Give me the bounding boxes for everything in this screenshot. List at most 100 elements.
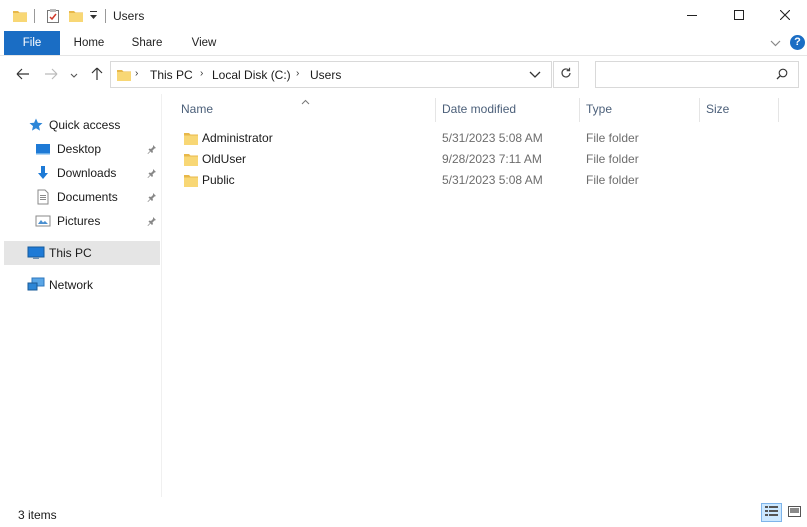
arrow-up-icon xyxy=(91,67,103,84)
toolbar-separator xyxy=(105,9,106,23)
search-input[interactable] xyxy=(600,66,774,85)
star-icon xyxy=(28,117,44,136)
search-icon[interactable] xyxy=(776,68,788,83)
sidebar-item-pictures[interactable]: Pictures xyxy=(4,209,160,233)
sidebar-item-label: Pictures xyxy=(57,214,101,228)
details-view-button[interactable] xyxy=(761,503,782,522)
up-button[interactable] xyxy=(87,66,107,84)
sidebar-item-label: This PC xyxy=(49,246,92,260)
window-title: Users xyxy=(113,9,145,23)
pin-icon xyxy=(147,167,157,181)
customize-toolbar-dropdown-icon[interactable] xyxy=(89,9,98,21)
ribbon: File Home Share View ? xyxy=(0,31,807,56)
file-type: File folder xyxy=(586,173,639,187)
refresh-icon xyxy=(560,67,572,82)
breadcrumb-separator[interactable]: › xyxy=(296,68,299,79)
minimize-button[interactable] xyxy=(669,0,715,31)
table-row[interactable]: OldUser 9/28/2023 7:11 AM File folder xyxy=(176,149,656,170)
file-name: Public xyxy=(202,173,235,187)
pin-icon xyxy=(147,143,157,157)
help-button[interactable]: ? xyxy=(790,35,805,50)
breadcrumb-users[interactable]: Users xyxy=(310,68,341,82)
address-bar[interactable]: › This PC › Local Disk (C:) › Users xyxy=(110,61,552,88)
close-icon xyxy=(779,9,791,23)
folder-icon xyxy=(12,8,28,27)
breadcrumb-local-disk[interactable]: Local Disk (C:) xyxy=(212,68,291,82)
folder-icon xyxy=(116,67,132,86)
pictures-icon xyxy=(35,213,51,232)
sidebar-item-network[interactable]: Network xyxy=(4,273,160,297)
sort-ascending-icon xyxy=(301,94,310,108)
desktop-icon xyxy=(35,141,51,160)
tab-home[interactable]: Home xyxy=(66,31,112,55)
refresh-button[interactable] xyxy=(553,61,579,88)
navigation-bar: › This PC › Local Disk (C:) › Users xyxy=(0,56,807,94)
properties-icon[interactable] xyxy=(45,8,61,27)
minimize-icon xyxy=(687,9,697,23)
column-divider[interactable] xyxy=(435,98,436,122)
arrow-left-icon xyxy=(16,68,30,83)
file-date-modified: 5/31/2023 5:08 AM xyxy=(442,131,543,145)
file-date-modified: 9/28/2023 7:11 AM xyxy=(442,152,542,166)
sidebar-item-desktop[interactable]: Desktop xyxy=(4,137,160,161)
folder-icon xyxy=(183,152,199,171)
sidebar-item-downloads[interactable]: Downloads xyxy=(4,161,160,185)
column-divider[interactable] xyxy=(579,98,580,122)
large-icons-view-icon xyxy=(788,505,801,520)
column-divider[interactable] xyxy=(778,98,779,122)
file-name: OldUser xyxy=(202,152,247,166)
recent-locations-button[interactable] xyxy=(64,66,84,84)
table-row[interactable]: Public 5/31/2023 5:08 AM File folder xyxy=(176,170,656,191)
file-type: File folder xyxy=(586,152,639,166)
folder-icon xyxy=(183,131,199,150)
folder-icon xyxy=(183,173,199,192)
documents-icon xyxy=(35,189,51,208)
file-type: File folder xyxy=(586,131,639,145)
column-header-type[interactable]: Type xyxy=(586,102,612,116)
toolbar-separator xyxy=(34,9,35,23)
sidebar-item-label: Downloads xyxy=(57,166,117,180)
sidebar-item-label: Documents xyxy=(57,190,118,204)
search-box[interactable] xyxy=(595,61,799,88)
address-dropdown-icon[interactable] xyxy=(529,69,541,83)
close-button[interactable] xyxy=(762,0,807,31)
sidebar-item-label: Desktop xyxy=(57,142,102,156)
item-count: 3 items xyxy=(18,508,57,522)
sidebar-item-quick-access[interactable]: Quick access xyxy=(4,113,160,137)
column-header-name[interactable]: Name xyxy=(181,102,213,116)
maximize-button[interactable] xyxy=(716,0,762,31)
table-row[interactable]: Administrator 5/31/2023 5:08 AM File fol… xyxy=(176,128,656,149)
breadcrumb-separator[interactable]: › xyxy=(200,68,203,79)
pin-icon xyxy=(147,215,157,229)
pin-icon xyxy=(147,191,157,205)
tab-file[interactable]: File xyxy=(4,31,60,55)
tab-view[interactable]: View xyxy=(182,31,226,55)
title-bar: Users xyxy=(0,0,807,31)
file-name: Administrator xyxy=(202,131,273,145)
details-view-icon xyxy=(765,505,778,520)
column-divider[interactable] xyxy=(699,98,700,122)
column-header-size[interactable]: Size xyxy=(706,102,729,116)
download-icon xyxy=(35,165,51,184)
large-icons-view-button[interactable] xyxy=(785,503,804,522)
sidebar-item-label: Network xyxy=(49,278,94,292)
maximize-icon xyxy=(734,9,744,23)
expand-ribbon-icon[interactable] xyxy=(770,37,781,51)
new-folder-icon[interactable] xyxy=(68,8,84,27)
arrow-right-icon xyxy=(44,68,58,83)
file-date-modified: 5/31/2023 5:08 AM xyxy=(442,173,543,187)
breadcrumb-separator[interactable]: › xyxy=(135,68,138,79)
forward-button[interactable] xyxy=(41,66,61,84)
network-icon xyxy=(27,277,45,296)
sidebar-item-this-pc[interactable]: This PC xyxy=(4,241,160,265)
sidebar-item-label: Quick access xyxy=(49,118,121,132)
file-list: Name Date modified Type Size Administrat… xyxy=(162,94,807,497)
tab-share[interactable]: Share xyxy=(124,31,170,55)
status-bar: 3 items xyxy=(0,497,807,527)
column-header-date-modified[interactable]: Date modified xyxy=(442,102,516,116)
computer-icon xyxy=(27,245,45,264)
sidebar-item-documents[interactable]: Documents xyxy=(4,185,160,209)
navigation-pane: Quick access Desktop Downloads Documents xyxy=(0,94,162,497)
breadcrumb-this-pc[interactable]: This PC xyxy=(150,68,193,82)
back-button[interactable] xyxy=(13,66,33,84)
